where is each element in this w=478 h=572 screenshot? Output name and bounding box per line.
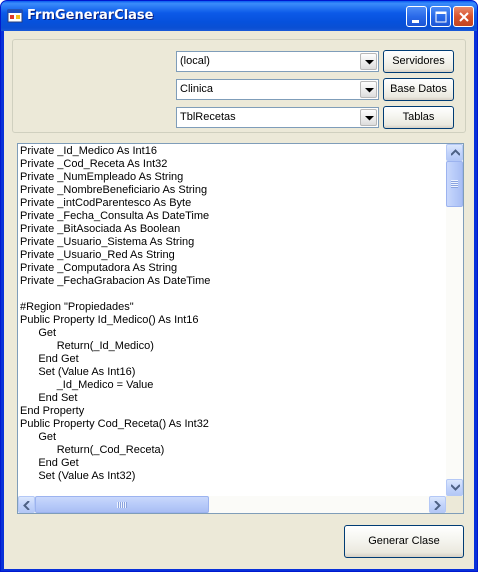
close-icon [459,12,469,22]
scroll-left-button[interactable] [18,496,35,513]
database-combo[interactable]: Clinica [176,79,379,100]
code-line: Set (Value As Int16) [20,366,136,378]
code-content: Private _Id_Medico As Int16 Private _Cod_… [20,145,446,496]
code-line: #Region "Propiedades" [20,301,134,313]
code-textbox[interactable]: Private _Id_Medico As Int16 Private _Cod_… [17,143,464,514]
code-line: End Property [20,405,85,417]
server-dropdown-button[interactable] [360,53,377,70]
horizontal-scrollbar[interactable] [18,496,446,513]
vertical-scrollbar[interactable] [446,144,463,496]
code-line: Private _NombreBeneficiario As String [20,184,208,196]
code-line: Get [20,327,57,339]
code-line: Private _FechaGrabacion As DateTime [20,275,211,287]
tables-button[interactable]: Tablas [383,106,454,129]
table-combo-value: TblRecetas [180,111,236,123]
vertical-scroll-thumb[interactable] [446,161,463,207]
window-frame: FrmGenerarClase (local) Servidores Clini… [0,0,478,572]
minimize-button[interactable] [406,6,427,27]
code-line: Private _Id_Medico As Int16 [20,145,157,157]
database-combo-value: Clinica [180,83,214,95]
maximize-icon [435,11,447,23]
code-line: Private _Fecha_Consulta As DateTime [20,210,210,222]
chevron-right-icon [434,501,441,510]
minimize-icon [412,20,419,23]
code-line: Private _intCodParentesco As Byte [20,197,192,209]
code-line: Private _Usuario_Red As String [20,249,175,261]
window-title: FrmGenerarClase [27,8,154,23]
maximize-button[interactable] [430,6,451,27]
code-line: Public Property Cod_Receta() As Int32 [20,418,209,430]
chevron-up-icon [451,149,460,156]
server-combo[interactable]: (local) [176,51,379,72]
code-line: Private _NumEmpleado As String [20,171,184,183]
horizontal-scroll-thumb[interactable] [35,496,209,513]
server-combo-value: (local) [180,55,210,67]
scroll-right-button[interactable] [429,496,446,513]
code-line: End Get [20,457,79,469]
database-dropdown-button[interactable] [360,81,377,98]
chevron-down-icon [451,484,460,491]
chevron-left-icon [23,501,30,510]
databases-button[interactable]: Base Datos [383,78,454,101]
app-icon [7,9,23,23]
code-line: End Set [20,392,78,404]
code-line: Get [20,431,57,443]
code-line: Private _Usuario_Sistema As String [20,236,195,248]
generate-class-button[interactable]: Generar Clase [344,525,464,558]
scroll-down-button[interactable] [446,479,463,496]
chevron-down-icon [365,60,374,65]
code-line: Set (Value As Int32) [20,470,136,482]
table-dropdown-button[interactable] [360,109,377,126]
code-line: Return(_Id_Medico) [20,340,154,352]
chevron-down-icon [365,88,374,93]
title-bar[interactable]: FrmGenerarClase [1,1,477,31]
table-combo[interactable]: TblRecetas [176,107,379,128]
scrollbar-corner [446,496,463,513]
code-line: Public Property Id_Medico() As Int16 [20,314,199,326]
servers-button[interactable]: Servidores [383,50,454,73]
code-line: Return(_Cod_Receta) [20,444,165,456]
code-line: End Get [20,353,79,365]
code-line: Private _Cod_Receta As Int32 [20,158,168,170]
client-area: (local) Servidores Clinica Base Datos Tb… [4,31,474,569]
close-button[interactable] [453,6,474,27]
code-line: Private _Computadora As String [20,262,178,274]
code-line: Private _BitAsociada As Boolean [20,223,181,235]
scroll-up-button[interactable] [446,144,463,161]
code-line: _Id_Medico = Value [20,379,154,391]
chevron-down-icon [365,116,374,121]
